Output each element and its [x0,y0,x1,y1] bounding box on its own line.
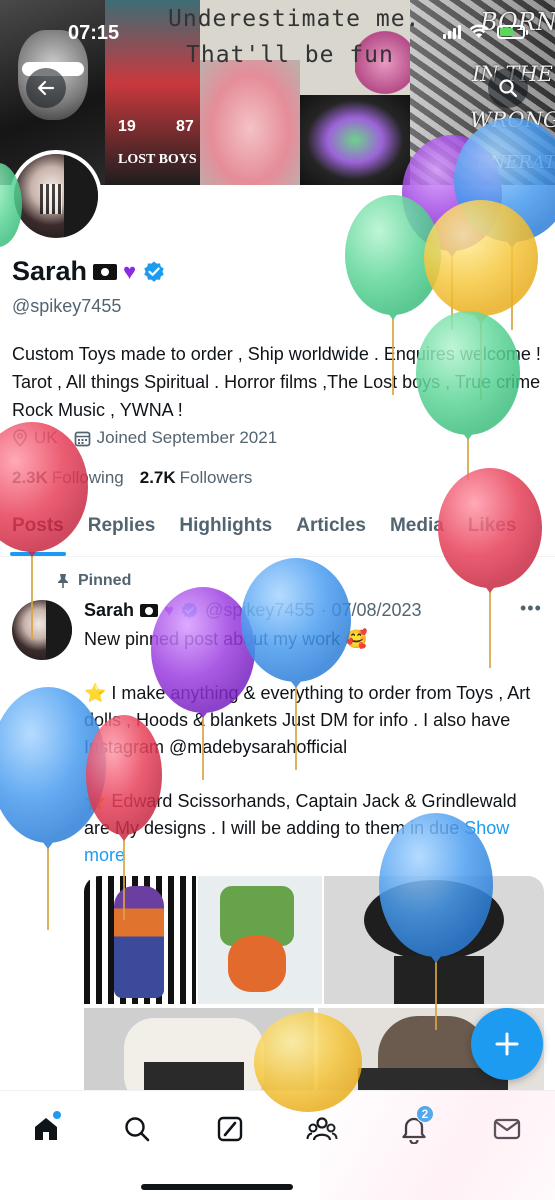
compose-post-button[interactable] [471,1008,543,1080]
profile-bio: Custom Toys made to order , Ship worldwi… [12,344,541,420]
banner-quote-line1: Underestimate me. [168,6,421,32]
profile-handle: @spikey7455 [12,296,122,316]
verified-badge-icon[interactable] [142,260,166,284]
tab-replies[interactable]: Replies [76,510,168,556]
media-image-mad-hatter[interactable] [84,876,196,1004]
joined-text: Joined September 2021 [96,428,278,447]
post-author-name[interactable]: Sarah [84,600,134,621]
followers-label: Followers [179,468,253,487]
post-media-grid[interactable] [84,876,544,1106]
communities-icon [306,1117,338,1141]
follow-stats: 2.3K Following 2.7K Followers [12,468,252,488]
following-link[interactable]: 2.3K Following [12,468,124,488]
battery-icon [497,24,528,39]
pin-icon [58,574,68,588]
calendar-icon [74,431,90,446]
location-text: UK [34,428,58,447]
nav-search[interactable] [117,1109,157,1149]
status-time: 07:15 [68,22,120,44]
post-date: · 07/08/2023 [320,600,422,620]
wifi-icon [469,24,489,38]
profile-name-row: Sarah ♥ [12,256,166,287]
nav-notifications[interactable]: 2 [394,1105,434,1149]
tab-posts[interactable]: Posts [0,510,76,556]
nav-home[interactable] [26,1109,66,1149]
tab-articles[interactable]: Articles [284,510,378,556]
followers-count: 2.7K [139,468,176,487]
profile-tabs: Posts Replies Highlights Articles Media … [0,510,555,557]
back-button[interactable] [26,68,66,108]
profile-display-name: Sarah [12,256,88,286]
location-pin-icon [13,429,27,447]
tab-media[interactable]: Media [378,510,456,556]
post-header: Sarah ♥ @spikey7455 · 07/08/2023 [84,600,422,621]
banner-right-text-3: WRONG [470,108,555,132]
profile-search-button[interactable] [488,68,528,108]
home-unread-dot [53,1111,61,1119]
following-label: Following [51,468,124,487]
banner-pink-cat [200,60,300,185]
arrow-left-icon [37,80,55,96]
banner-year-right: 87 [176,118,194,135]
plus-icon [495,1032,519,1056]
profile-meta: UK Joined September 2021 [12,428,277,448]
purple-heart-icon: ♥ [164,601,175,620]
banner-right-text-4: GENERATION [462,152,555,173]
joined-item: Joined September 2021 [74,428,278,448]
location-item: UK [12,428,58,448]
nav-messages[interactable] [487,1109,527,1149]
verified-badge-icon [181,602,198,619]
nav-communities[interactable] [302,1109,342,1149]
status-icons [443,24,528,39]
pinned-label: Pinned [78,572,132,589]
envelope-icon [493,1118,521,1140]
post-body[interactable]: New pinned post about my work 🥰 ⭐ I make… [84,626,544,869]
banner-year-left: 19 [118,118,136,135]
banner-lost-boys: LOST BOYS [118,152,197,167]
signal-icon [443,24,461,39]
more-options-icon[interactable]: ••• [520,598,542,619]
following-count: 2.3K [12,468,48,487]
search-icon [125,1117,150,1142]
media-image-edward-doll[interactable] [324,876,544,1004]
pirate-flag-icon [140,604,159,617]
post-avatar[interactable] [12,600,72,660]
post-text: New pinned post about my work 🥰 ⭐ I make… [84,629,531,838]
nav-grok[interactable] [210,1109,250,1149]
grok-icon [217,1116,243,1142]
pirate-flag-icon [93,263,118,280]
pinned-indicator: Pinned [56,572,131,590]
media-image-hat-doll[interactable] [198,876,322,1004]
profile-avatar[interactable] [10,150,102,242]
followers-link[interactable]: 2.7K Followers [140,468,253,488]
home-indicator [141,1184,293,1190]
post-author-handle: @spikey7455 [205,600,315,620]
search-icon [499,79,518,98]
banner-glitter-lips [300,95,410,185]
tab-highlights[interactable]: Highlights [167,510,284,556]
notification-count-badge: 2 [416,1105,434,1123]
purple-heart-icon: ♥ [123,258,137,284]
banner-quote-line2: That'll be fun [186,42,394,68]
tab-likes[interactable]: Likes [456,510,529,556]
